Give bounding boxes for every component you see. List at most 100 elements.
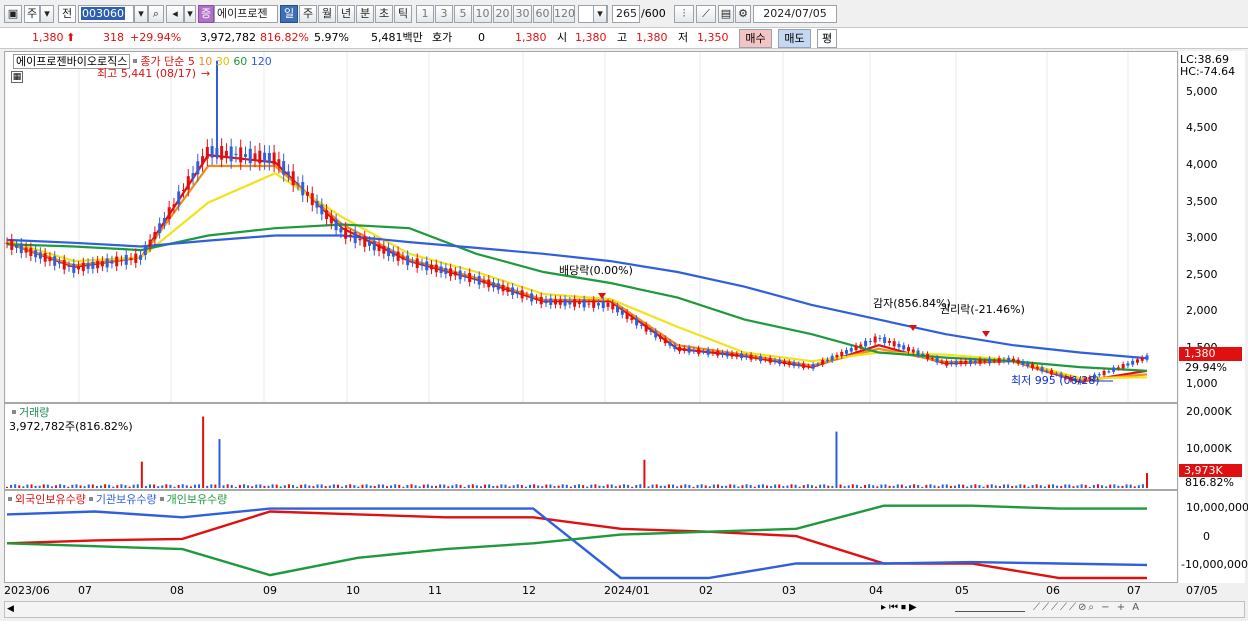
draw-tool-icon[interactable]: ⟋ (696, 5, 716, 23)
volume-bar (537, 485, 540, 488)
period-week[interactable]: 주 (299, 5, 317, 23)
candle-body (453, 271, 457, 276)
interval-1[interactable]: 1 (416, 5, 434, 23)
interval-3[interactable]: 3 (435, 5, 453, 23)
candle-body (105, 258, 109, 268)
period-day[interactable]: 일 (280, 5, 298, 23)
volume-bar (34, 485, 37, 488)
interval-10[interactable]: 10 (473, 5, 492, 23)
interval-20[interactable]: 20 (493, 5, 512, 23)
table-icon[interactable]: ▦ (11, 71, 23, 83)
period-second[interactable]: 초 (375, 5, 393, 23)
candle-body (62, 259, 66, 270)
buy-button[interactable]: 매수 (739, 29, 772, 48)
search-icon[interactable]: ⌕ (148, 5, 164, 23)
volume-bar (520, 485, 523, 488)
volume-bar (929, 484, 932, 488)
volume-bar (835, 431, 838, 488)
candle-body (1035, 366, 1039, 369)
code-dropdown-icon[interactable]: ▾ (134, 5, 148, 23)
candle-body (258, 150, 262, 164)
count-input[interactable]: 265 (612, 5, 640, 23)
low-note: 최저 995 (06/28) (1011, 374, 1100, 387)
volume-bar (108, 484, 111, 488)
candle-body (954, 360, 958, 365)
volume-bar (1035, 484, 1038, 488)
volume-bar (598, 485, 601, 488)
candle-body (611, 303, 615, 310)
volume-bar (680, 485, 683, 488)
interval-120[interactable]: 120 (553, 5, 575, 23)
save-icon[interactable]: ▤ (718, 5, 734, 23)
period-year[interactable]: 년 (337, 5, 355, 23)
candle-body (353, 231, 357, 243)
volume-bar (970, 485, 973, 488)
candle-body (368, 241, 372, 246)
current-price-tag: 1,380 (1179, 347, 1242, 361)
market-select[interactable]: 주 (24, 5, 40, 23)
period-tick[interactable]: 틱 (394, 5, 412, 23)
holding-panel[interactable]: 외국인보유수량 기관보유수량 개인보유수량 (4, 490, 1178, 583)
x-tick-label: 09 (263, 584, 277, 597)
candle-body (263, 152, 267, 163)
candle-body (534, 298, 538, 300)
volume-bar (766, 485, 768, 488)
volume-bar (561, 484, 564, 488)
volume-bar (667, 484, 670, 488)
candle-type-icon[interactable]: ⫶ (674, 5, 694, 23)
period-minute[interactable]: 분 (356, 5, 374, 23)
date-input[interactable]: 2024/07/05 (753, 5, 837, 23)
speaker-icon[interactable]: ◂ (166, 5, 184, 23)
scrollbar[interactable]: ◀ ▸⏮⏹▶ ⟋⟋⟋⟋⟋⊘⌕ − + A (4, 601, 1245, 618)
volume-bar (524, 486, 527, 488)
volume-bar (692, 486, 695, 488)
volume-bar (1096, 484, 1099, 488)
scroll-left-icon[interactable]: ◀ (7, 604, 14, 614)
volume-bar (1084, 484, 1087, 488)
tool-icons[interactable]: ⟋⟋⟋⟋⟋⊘⌕ − + A (1033, 602, 1141, 613)
interval-5[interactable]: 5 (454, 5, 472, 23)
sell-button[interactable]: 매도 (778, 29, 811, 48)
market-dropdown-icon[interactable]: ▾ (40, 5, 54, 23)
volume-bar (50, 486, 53, 488)
volume-bar (578, 484, 581, 488)
candle-body (1126, 363, 1130, 366)
volume-bar (463, 486, 466, 488)
volume-bar (275, 484, 278, 488)
settings-icon[interactable]: ⚙ (735, 5, 751, 23)
volume-bar (909, 485, 912, 488)
candle-body (67, 265, 71, 267)
volume-bar (859, 486, 862, 488)
volume-bar (479, 486, 482, 488)
candle-body (692, 349, 696, 352)
volume-bar (38, 485, 41, 488)
speaker-dropdown-icon[interactable]: ▾ (184, 5, 196, 23)
prev-button[interactable]: 전 (58, 5, 76, 23)
interval-30[interactable]: 30 (513, 5, 532, 23)
price-chart (5, 52, 1149, 402)
volume-bar (639, 484, 642, 488)
zoom-slider[interactable] (955, 606, 1025, 612)
volume-bar (116, 485, 119, 488)
volume-bar (165, 484, 168, 488)
avg-button[interactable]: 평 (817, 29, 837, 48)
candle-body (329, 216, 333, 224)
volume-panel[interactable]: 거래량 3,972,782주(816.82%) (4, 403, 1178, 490)
price-panel[interactable]: 에이프로젠바이오로직스 종가 단순 5 10 30 60 120 ▦ 최고 5,4… (4, 51, 1178, 403)
layout-icon[interactable]: ▣ (4, 5, 22, 23)
interval-60[interactable]: 60 (533, 5, 552, 23)
code-input[interactable]: 003060 (78, 5, 134, 23)
volume-bar (790, 484, 793, 488)
candle-body (577, 302, 581, 305)
volume-bar (14, 484, 17, 488)
period-month[interactable]: 월 (318, 5, 336, 23)
up-arrow-icon: ⬆ (66, 31, 76, 44)
interval-dropdown-icon[interactable]: ▾ (593, 5, 607, 23)
volume-bar (414, 485, 417, 488)
candle-body (1007, 357, 1011, 363)
volume-bar (1072, 486, 1075, 488)
candle-body (935, 357, 939, 363)
candle-body (1140, 357, 1144, 361)
candle-body (243, 154, 247, 157)
trade-amount: 5,481백만 (371, 31, 423, 44)
